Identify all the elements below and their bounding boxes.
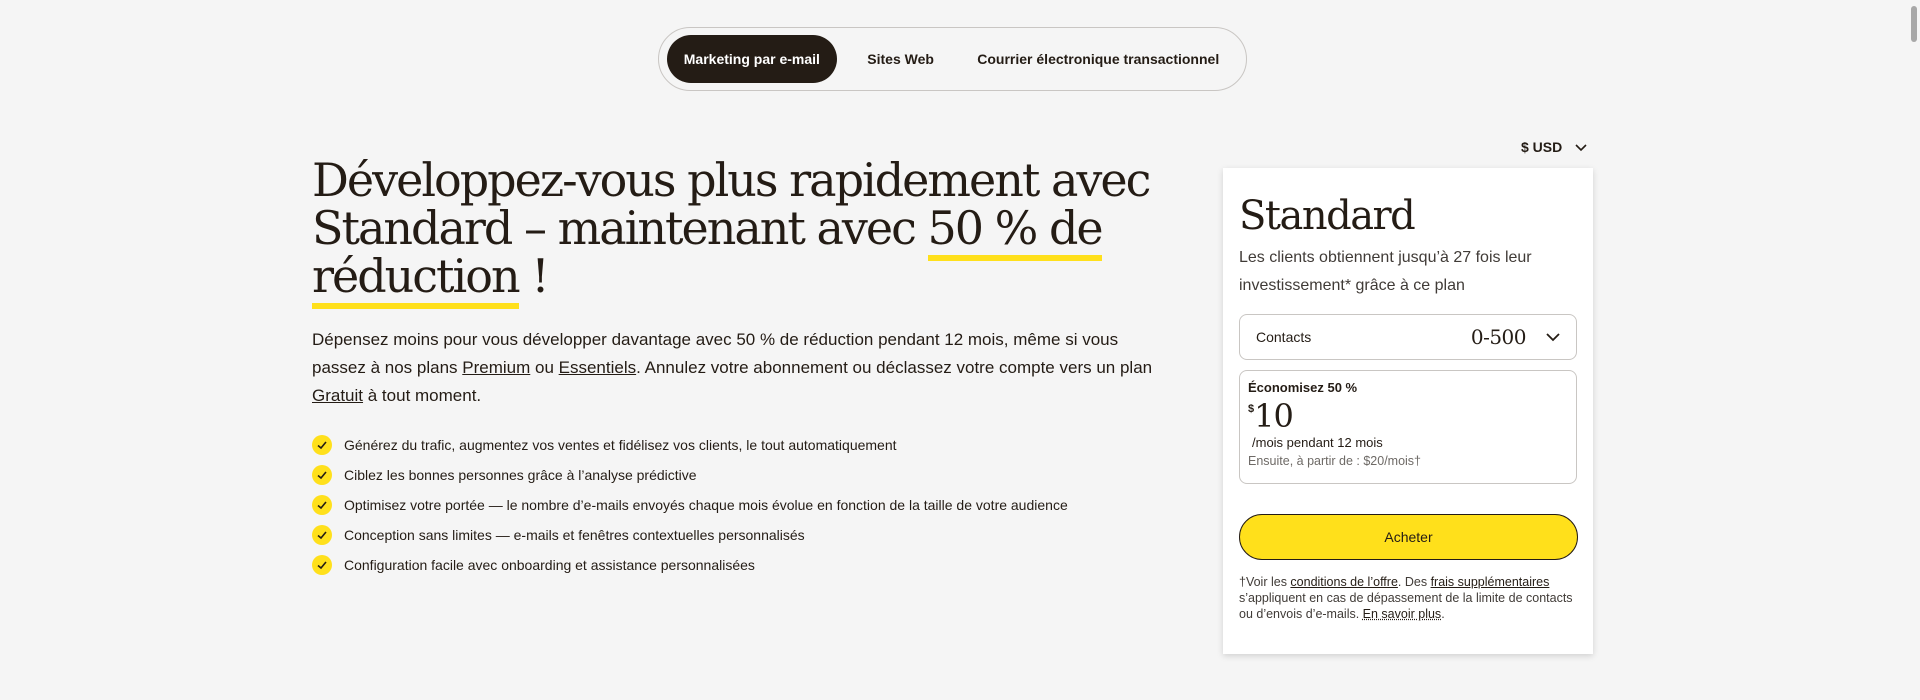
list-item: Conception sans limites — e-mails et fen… [312, 520, 1068, 550]
learn-more-link[interactable]: En savoir plus [1363, 607, 1442, 621]
list-item: Optimisez votre portée — le nombre d’e-m… [312, 490, 1068, 520]
price-after: Ensuite, à partir de : $20/mois† [1248, 454, 1422, 468]
contacts-value: 0-500 [1470, 325, 1527, 349]
plan-description: Les clients obtiennent jusqu’à 27 fois l… [1239, 249, 1532, 294]
feature-text: Ciblez les bonnes personnes grâce à l’an… [344, 467, 697, 483]
fine-text: . Des [1397, 575, 1431, 589]
savings-label: Économisez 50 % [1248, 380, 1358, 395]
fine-text: . [1441, 607, 1445, 621]
lead-paragraph: Dépensez moins pour vous développer dava… [312, 326, 1172, 410]
plan-card: Standard Les clients obtiennent jusqu’à … [1223, 168, 1593, 654]
product-tabs: Marketing par e-mail Sites Web Courrier … [658, 27, 1247, 91]
lead-text: à tout moment. [363, 386, 482, 405]
feature-text: Générez du trafic, augmentez vos ventes … [344, 437, 897, 453]
feature-text: Configuration facile avec onboarding et … [344, 557, 755, 573]
currency-selector[interactable]: $ USD [1521, 139, 1588, 155]
lead-text: . Annulez votre abonnement ou déclassez … [636, 358, 1153, 377]
headline-highlight: 50 % de [927, 201, 1104, 261]
list-item: Configuration facile avec onboarding et … [312, 550, 1068, 580]
feature-text: Conception sans limites — e-mails et fen… [344, 527, 805, 543]
contacts-label: Contacts [1256, 329, 1312, 345]
extra-fees-link[interactable]: frais supplémentaires [1431, 575, 1550, 589]
contacts-value-wrap: 0-500 [1471, 325, 1562, 349]
tab-websites[interactable]: Sites Web [843, 35, 959, 83]
currency-label: $ USD [1521, 139, 1563, 155]
check-icon [312, 495, 332, 515]
headline-highlight: réduction [312, 249, 521, 309]
check-icon [312, 525, 332, 545]
buy-button[interactable]: Acheter [1239, 514, 1578, 560]
check-icon [312, 435, 332, 455]
gratuit-link[interactable]: Gratuit [312, 386, 363, 405]
tab-transactional-email[interactable]: Courrier électronique transactionnel [959, 35, 1239, 83]
price: $ 10 [1248, 399, 1568, 433]
essentiels-link[interactable]: Essentiels [559, 358, 636, 377]
fine-text: †Voir les [1239, 575, 1291, 589]
fine-print: †Voir les conditions de l’offre. Des fra… [1239, 574, 1577, 622]
check-icon [312, 555, 332, 575]
list-item: Ciblez les bonnes personnes grâce à l’an… [312, 460, 1068, 490]
feature-text: Optimisez votre portée — le nombre d’e-m… [344, 497, 1068, 513]
feature-list: Générez du trafic, augmentez vos ventes … [312, 430, 1068, 580]
chevron-down-icon [1575, 144, 1587, 152]
scrollbar[interactable] [1908, 0, 1920, 700]
page-headline: Développez-vous plus rapidement avec Sta… [312, 156, 1172, 309]
price-period: /mois pendant 12 mois [1252, 435, 1383, 450]
chevron-down-icon [1546, 333, 1560, 342]
premium-link[interactable]: Premium [462, 358, 530, 377]
check-icon [312, 465, 332, 485]
offer-terms-link[interactable]: conditions de l’offre [1290, 575, 1397, 589]
plan-name: Standard [1239, 193, 1416, 239]
contacts-select[interactable]: Contacts 0-500 [1239, 314, 1577, 360]
lead-text: ou [530, 358, 559, 377]
list-item: Générez du trafic, augmentez vos ventes … [312, 430, 1068, 460]
headline-end: ! [518, 249, 550, 303]
price-box: Économisez 50 % $ 10 /mois pendant 12 mo… [1239, 370, 1577, 484]
price-value: 10 [1254, 397, 1294, 435]
scrollbar-thumb[interactable] [1911, 6, 1917, 42]
tab-email-marketing[interactable]: Marketing par e-mail [667, 35, 837, 83]
